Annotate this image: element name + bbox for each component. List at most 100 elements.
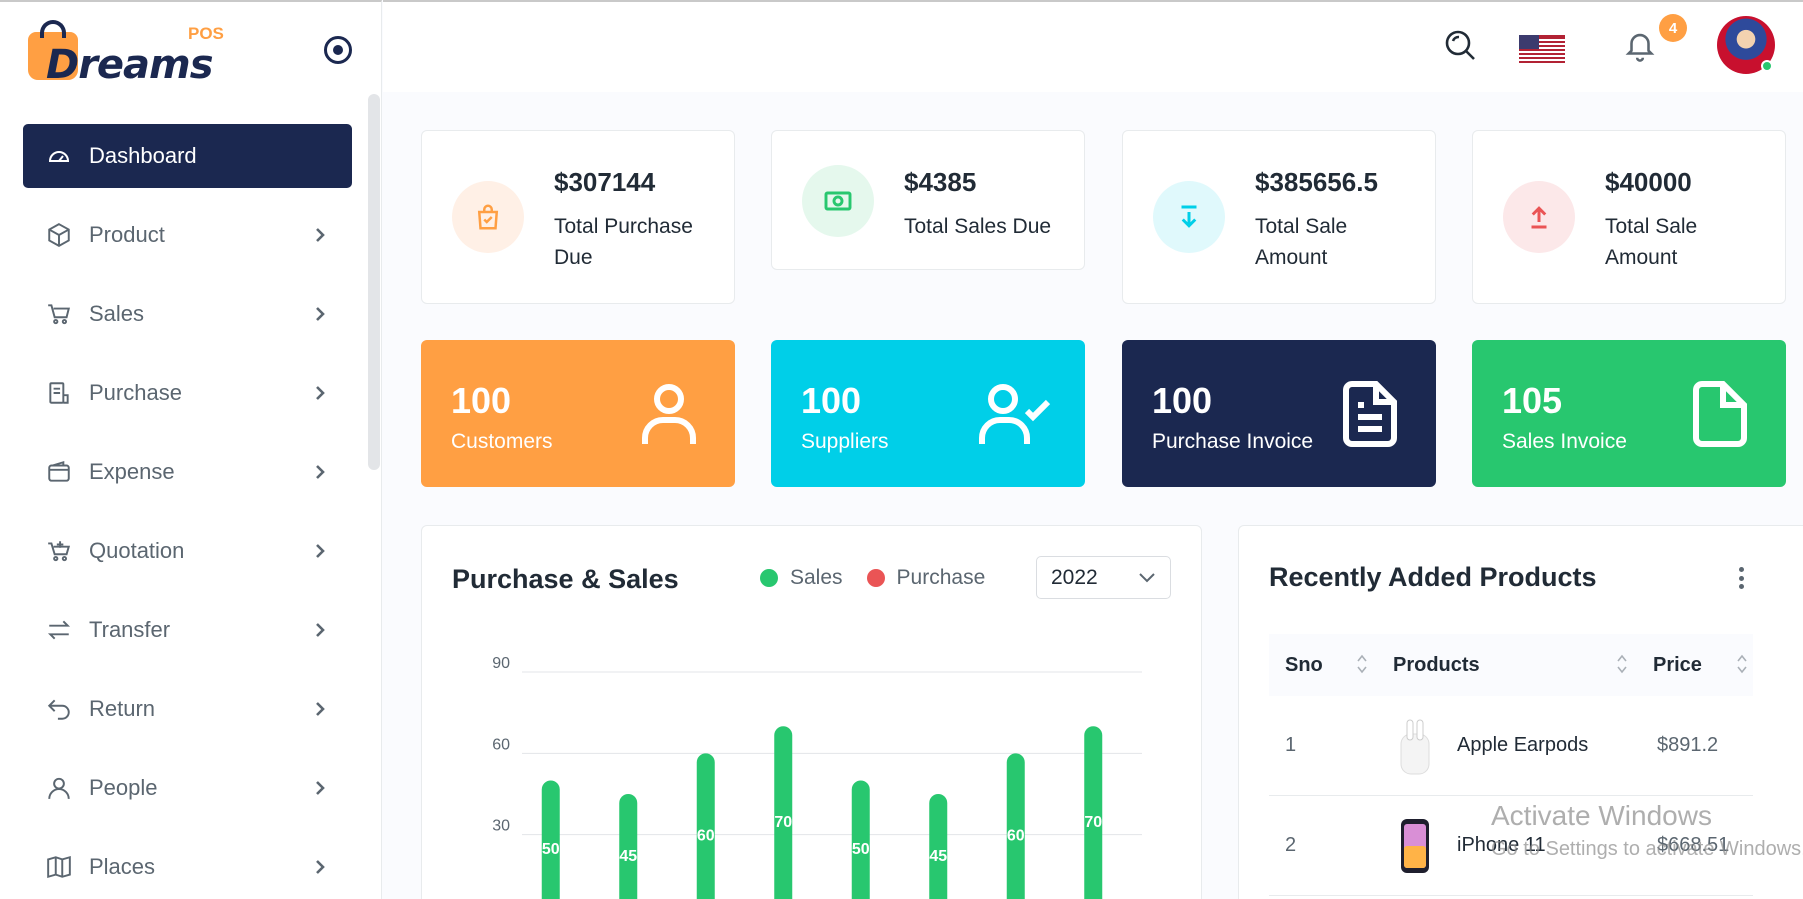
count-card-suppliers[interactable]: 100 Suppliers — [771, 340, 1085, 487]
sort-icon — [1737, 652, 1747, 676]
return-icon — [45, 695, 73, 723]
purchase-sales-chart: 03060905045607050456070 — [492, 655, 1142, 899]
sidebar-scrollbar[interactable] — [368, 94, 380, 470]
count-card-customers[interactable]: 100 Customers — [421, 340, 735, 487]
download-icon — [1153, 181, 1225, 253]
purchase-sales-chart-card: Purchase & Sales Sales Purchase 2022 030… — [421, 525, 1202, 899]
sidebar-item-places[interactable]: Places — [23, 835, 352, 899]
count-label: Customers — [451, 430, 553, 453]
widget-label: Total Purchase Due — [554, 215, 693, 269]
sidebar-item-label: Return — [89, 696, 156, 721]
cell-product[interactable]: Apple Earpods — [1377, 715, 1641, 777]
sales-bar — [929, 794, 948, 899]
sidebar-item-return[interactable]: Return — [23, 677, 352, 741]
widget-total-purchase-due: $307144 Total Purchase Due — [421, 130, 735, 304]
us-flag-icon[interactable] — [1519, 35, 1565, 63]
widget-value: $40000 — [1605, 167, 1692, 197]
dashboard-icon — [45, 142, 73, 170]
legend-dot — [866, 569, 885, 587]
box-icon — [45, 221, 73, 249]
data-label: 45 — [929, 848, 947, 865]
sidebar-item-expense[interactable]: Expense — [23, 440, 352, 504]
chart-legend: Sales Purchase — [760, 566, 1009, 590]
count-card-purchase-invoice[interactable]: 100 Purchase Invoice — [1122, 340, 1436, 487]
sidebar-item-label: Dashboard — [89, 143, 197, 168]
chevron-down-icon — [1138, 566, 1156, 590]
logo-wordmark: Dreams — [46, 42, 214, 88]
watermark-title: Activate Windows — [1491, 800, 1712, 831]
map-icon — [45, 853, 73, 881]
cell-sno: 1 — [1285, 734, 1297, 756]
widget-total-sale-amount-2: $40000 Total Sale Amount — [1472, 130, 1786, 304]
sidebar-item-product[interactable]: Product — [23, 203, 352, 267]
chevron-right-icon — [310, 620, 330, 640]
sidebar-toggle-icon[interactable] — [324, 36, 352, 64]
data-label: 50 — [852, 841, 870, 858]
widget-label: Total Sale Amount — [1605, 215, 1698, 269]
legend-item-sales[interactable]: Sales — [760, 566, 843, 590]
cash-icon — [802, 165, 874, 237]
sort-icon — [1617, 652, 1627, 676]
more-options-icon[interactable] — [1731, 564, 1751, 592]
wallet-icon — [45, 458, 73, 486]
chevron-right-icon — [310, 225, 330, 245]
sidebar-item-dashboard[interactable]: Dashboard — [23, 124, 352, 188]
transfer-icon — [45, 616, 73, 644]
sidebar-item-quotation[interactable]: Quotation — [23, 519, 352, 583]
count-label: Purchase Invoice — [1152, 430, 1314, 453]
sidebar-item-purchase[interactable]: Purchase — [23, 361, 352, 425]
iphone-icon — [1393, 815, 1437, 877]
data-label: 60 — [1007, 828, 1025, 845]
bell-icon[interactable] — [1623, 28, 1657, 62]
chevron-right-icon — [310, 778, 330, 798]
earpods-icon — [1393, 715, 1437, 777]
column-header-sno[interactable]: Sno — [1269, 634, 1377, 696]
chevron-right-icon — [310, 541, 330, 561]
year-select-value: 2022 — [1051, 565, 1098, 589]
chevron-right-icon — [310, 383, 330, 403]
legend-label: Sales — [790, 566, 843, 589]
legend-item-purchase[interactable]: Purchase — [866, 566, 986, 590]
count-value: 100 — [1152, 380, 1213, 421]
count-value: 100 — [801, 380, 862, 421]
logo-suffix: POS — [188, 24, 224, 43]
chevron-right-icon — [310, 304, 330, 324]
shopping-bag-icon — [452, 181, 524, 253]
y-tick-label: 90 — [492, 655, 510, 672]
table-row[interactable]: 1 Apple Earpods $891.2 — [1269, 696, 1753, 796]
product-name: Apple Earpods — [1457, 734, 1589, 756]
chevron-right-icon — [310, 699, 330, 719]
quotation-cart-icon — [45, 537, 73, 565]
watermark-subtitle: Go to Settings to activate Windows. — [1491, 838, 1803, 860]
sidebar-item-label: Product — [89, 222, 165, 247]
sidebar-item-label: Places — [89, 854, 156, 879]
count-card-sales-invoice[interactable]: 105 Sales Invoice — [1472, 340, 1786, 487]
sales-bar — [851, 780, 870, 899]
user-icon — [45, 774, 73, 802]
column-header-products[interactable]: Products — [1377, 634, 1637, 696]
sidebar-item-label: Transfer — [89, 617, 171, 642]
column-header-price[interactable]: Price — [1637, 634, 1753, 696]
sales-bar — [1006, 753, 1025, 899]
sales-bar — [541, 780, 560, 899]
sort-icon — [1357, 652, 1367, 676]
sidebar-item-sales[interactable]: Sales — [23, 282, 352, 346]
cell-sno: 2 — [1285, 834, 1297, 856]
sidebar-item-label: Quotation — [89, 538, 185, 563]
brand-logo[interactable]: Dreams POS — [26, 16, 236, 88]
widget-label: Total Sale Amount — [1255, 215, 1348, 269]
widget-total-sales-due: $4385 Total Sales Due — [771, 130, 1085, 270]
year-select[interactable]: 2022 — [1036, 556, 1171, 599]
legend-label: Purchase — [896, 566, 986, 589]
data-label: 45 — [619, 848, 637, 865]
sidebar-item-label: Purchase — [89, 380, 182, 405]
data-label: 70 — [774, 814, 792, 831]
y-tick-label: 30 — [492, 818, 510, 835]
sidebar-item-people[interactable]: People — [23, 756, 352, 820]
chart-title: Purchase & Sales — [452, 564, 679, 594]
search-icon[interactable] — [1443, 28, 1477, 62]
y-tick-label: 60 — [492, 736, 510, 753]
sidebar-item-label: Sales — [89, 301, 145, 326]
cart-icon — [45, 300, 73, 328]
sidebar-item-transfer[interactable]: Transfer — [23, 598, 352, 662]
